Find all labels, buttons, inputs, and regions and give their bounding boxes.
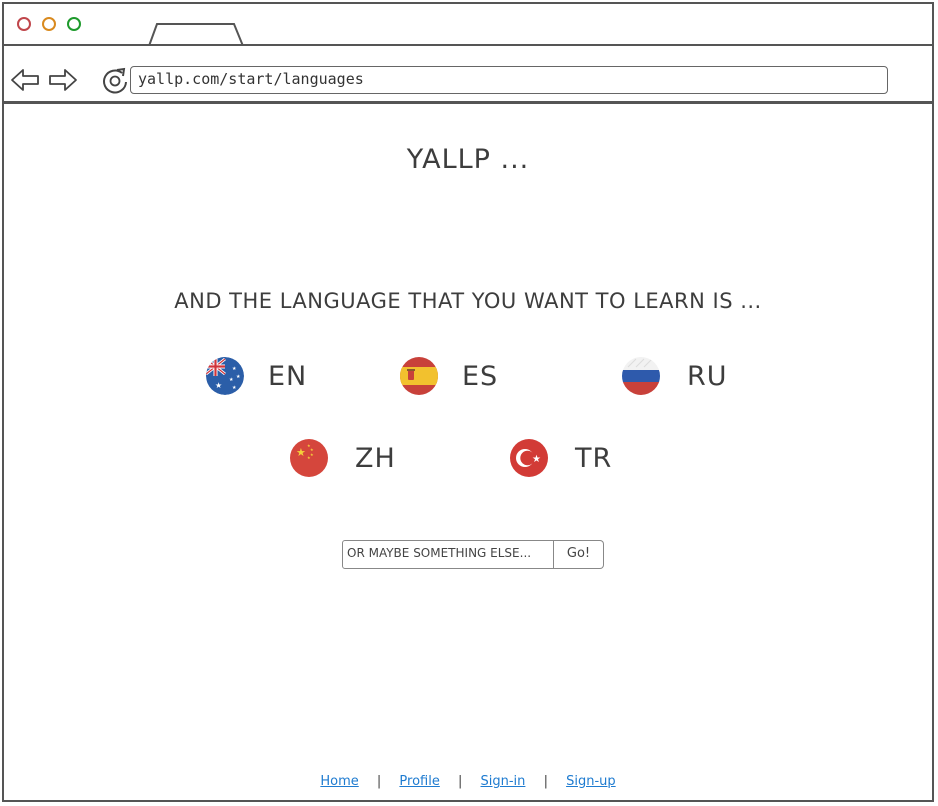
footer-separator: |: [543, 774, 548, 789]
svg-text:★: ★: [229, 377, 234, 383]
svg-text:★: ★: [232, 366, 237, 372]
language-code: TR: [575, 442, 613, 474]
spain-flag-icon: [400, 357, 438, 395]
refresh-icon[interactable]: [100, 65, 130, 95]
svg-text:★: ★: [296, 446, 306, 459]
footer-link-home[interactable]: Home: [320, 774, 358, 789]
minimize-window-button[interactable]: [42, 17, 56, 31]
language-option-zh[interactable]: ★ ★ ★ ★ ★ ZH: [290, 438, 396, 478]
back-arrow-icon[interactable]: [10, 68, 40, 92]
go-button[interactable]: Go!: [554, 540, 604, 569]
china-flag-icon: ★ ★ ★ ★ ★: [290, 439, 328, 477]
footer-nav: Home | Profile | Sign-in | Sign-up: [4, 774, 932, 789]
svg-text:★: ★: [532, 454, 541, 465]
language-option-es[interactable]: ES: [400, 356, 498, 396]
footer-link-sign-up[interactable]: Sign-up: [566, 774, 616, 789]
footer-link-sign-in[interactable]: Sign-in: [481, 774, 526, 789]
language-code: ZH: [355, 442, 396, 474]
close-window-button[interactable]: [17, 17, 31, 31]
navigation-bar: yallp.com/start/languages: [4, 46, 932, 104]
footer-link-profile[interactable]: Profile: [399, 774, 439, 789]
address-bar[interactable]: yallp.com/start/languages: [130, 66, 888, 94]
other-language-input[interactable]: OR MAYBE SOMETHING ELSE...: [342, 540, 554, 569]
language-code: ES: [462, 360, 499, 392]
forward-arrow-icon[interactable]: [48, 68, 78, 92]
svg-text:★: ★: [307, 455, 311, 460]
svg-text:★: ★: [215, 381, 222, 390]
svg-text:★: ★: [236, 374, 241, 380]
title-bar: [4, 4, 932, 46]
language-option-en[interactable]: ★ ★ ★ ★ ★ EN: [206, 356, 307, 396]
maximize-window-button[interactable]: [67, 17, 81, 31]
browser-window: yallp.com/start/languages YALLP ... AND …: [2, 2, 934, 802]
language-code: RU: [687, 360, 728, 392]
svg-text:★: ★: [310, 452, 314, 457]
footer-separator: |: [376, 774, 382, 789]
browser-tab[interactable]: [148, 22, 244, 46]
language-prompt: AND THE LANGUAGE THAT YOU WANT TO LEARN …: [174, 289, 762, 313]
language-code: EN: [268, 360, 308, 392]
russia-flag-icon: [622, 357, 660, 395]
australia-flag-icon: ★ ★ ★ ★ ★: [206, 357, 244, 395]
language-option-ru[interactable]: RU: [622, 356, 728, 396]
site-logo: YALLP ...: [406, 144, 530, 175]
footer-separator: |: [457, 774, 463, 789]
svg-text:★: ★: [232, 385, 237, 391]
language-option-tr[interactable]: ★ TR: [510, 438, 612, 478]
turkey-flag-icon: ★: [510, 439, 548, 477]
